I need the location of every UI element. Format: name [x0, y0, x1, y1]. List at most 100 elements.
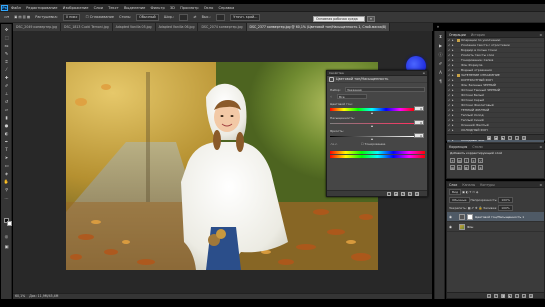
clone-stamp-tool-icon[interactable]: ⊥	[3, 91, 10, 97]
swap-icon[interactable]: ⇄	[194, 12, 197, 23]
document-tab-active[interactable]: DSC_2377 конвертер.jpg @ 60,1% (Цветовой…	[246, 23, 391, 31]
checkmark-icon[interactable]: ✓	[448, 104, 451, 107]
saturation-value[interactable]: 0	[414, 120, 424, 125]
layer-mask-thumb[interactable]	[467, 214, 473, 220]
record-icon[interactable]: ●	[494, 136, 498, 140]
lasso-tool-icon[interactable]: ᔓ	[3, 43, 10, 49]
dialog-toggle-icon[interactable]: ▸	[452, 114, 455, 117]
tab-layers[interactable]: Слои	[449, 183, 457, 187]
shape-tool-icon[interactable]: ▭	[3, 163, 10, 169]
group-icon[interactable]: ▭	[515, 294, 519, 298]
dialog-toggle-icon[interactable]: ▸	[452, 104, 455, 107]
tab-history[interactable]: История	[471, 33, 485, 37]
menu-file[interactable]: Файл	[11, 4, 21, 12]
menu-image[interactable]: Изображение	[63, 4, 89, 12]
character-icon[interactable]: A	[437, 70, 444, 76]
preset-select[interactable]: Заказная	[345, 87, 425, 92]
marquee-tool-icon[interactable]: ▭▾	[4, 12, 9, 23]
pointer-icon[interactable]: ☝	[330, 95, 332, 99]
dodge-tool-icon[interactable]: ◐	[3, 131, 10, 137]
lock-icons[interactable]: ▦ ✐ ✥ 🔒	[468, 206, 482, 210]
checkmark-icon[interactable]: ✓	[448, 49, 451, 52]
move-tool-icon[interactable]: ✥	[3, 27, 10, 33]
hue-saturation-icon[interactable]: ▤	[450, 165, 455, 170]
checkmark-icon[interactable]: ✓	[448, 114, 451, 117]
dialog-toggle-icon[interactable]: ▸	[452, 129, 455, 132]
antialias-checkbox[interactable]: ☐ Сглаживание	[86, 12, 114, 23]
dialog-toggle-icon[interactable]: ▸	[452, 94, 455, 97]
quick-select-tool-icon[interactable]: ✎	[3, 51, 10, 57]
checkmark-icon[interactable]: ✓	[448, 109, 451, 112]
menu-3d[interactable]: 3D	[170, 4, 175, 12]
black-white-icon[interactable]: ◧	[464, 165, 469, 170]
dialog-toggle-icon[interactable]: ▸	[452, 49, 455, 52]
info-icon[interactable]: ⓘ	[437, 52, 444, 58]
dialog-toggle-icon[interactable]: ▸	[452, 59, 455, 62]
dialog-toggle-icon[interactable]: ▸	[452, 74, 455, 77]
layer-kind-select[interactable]: Вид	[449, 189, 462, 195]
stop-icon[interactable]: ■	[487, 136, 491, 140]
exposure-icon[interactable]: ±	[471, 158, 476, 163]
eye-icon[interactable]: ◉	[449, 225, 452, 229]
feather-input[interactable]: 0 пикс	[62, 14, 81, 21]
photo-filter-icon[interactable]: ◉	[471, 165, 476, 170]
layer-filter-icons[interactable]: ▣ ◐ T ▭ ◈	[462, 190, 478, 194]
trash-icon[interactable]: ▥	[529, 294, 533, 298]
channel-select[interactable]: Все	[337, 94, 367, 99]
checkmark-icon[interactable]: ✓	[448, 124, 451, 127]
checkmark-icon[interactable]: ✓	[448, 79, 451, 82]
checkmark-icon[interactable]: ✓	[448, 74, 451, 77]
lightness-slider-thumb[interactable]	[370, 138, 373, 140]
color-balance-icon[interactable]: ⚖	[457, 165, 462, 170]
dialog-toggle-icon[interactable]: ▸	[452, 79, 455, 82]
layer-row[interactable]: ◉ Фон	[447, 222, 544, 232]
dialog-toggle-icon[interactable]: ▸	[452, 69, 455, 72]
dialog-toggle-icon[interactable]: ▸	[452, 44, 455, 47]
document-tab[interactable]: DSC_2049 конвертер.jpg	[13, 23, 62, 31]
document-tab[interactable]: DSC_1813 Cucki Ternoni.jpg	[61, 23, 113, 31]
marquee-tool-icon[interactable]: ⬚	[3, 35, 10, 41]
3d-tool-icon[interactable]: ◈	[3, 171, 10, 177]
menu-type[interactable]: Текст	[108, 4, 119, 12]
refine-edge-button[interactable]: Уточн. край...	[230, 14, 261, 21]
blend-mode-select[interactable]: Обычные	[449, 197, 470, 203]
paragraph-icon[interactable]: ¶	[437, 79, 444, 85]
eyedropper-tool-icon[interactable]: ⁄	[3, 67, 10, 73]
checkmark-icon[interactable]: ✓	[448, 99, 451, 102]
link-icon[interactable]: ∞	[487, 294, 491, 298]
chevron-down-icon[interactable]: ▾	[367, 16, 375, 22]
document-info[interactable]: Док: 11,9M/45,4M	[29, 294, 58, 298]
quick-mask-icon[interactable]: ◎	[3, 234, 10, 240]
eye-icon[interactable]: ◉	[449, 215, 452, 219]
document-tab[interactable]: Adapted Vanilla 05.jpg	[112, 23, 156, 31]
checkmark-icon[interactable]: ✓	[448, 54, 451, 57]
dialog-toggle-icon[interactable]: ▸	[452, 64, 455, 67]
checkmark-icon[interactable]: ✓	[448, 89, 451, 92]
history-icon[interactable]: ⧗	[437, 34, 444, 40]
type-tool-icon[interactable]: T	[3, 147, 10, 153]
menu-filter[interactable]: Фильтр	[151, 4, 165, 12]
pen-tool-icon[interactable]: ✒	[3, 139, 10, 145]
actions-icon[interactable]: ▶	[437, 43, 444, 49]
menu-help[interactable]: Справка	[218, 4, 234, 12]
trash-icon[interactable]: ▥	[415, 192, 419, 196]
zoom-level[interactable]: 60,1%	[15, 294, 25, 298]
history-brush-tool-icon[interactable]: ↺	[3, 99, 10, 105]
add-mask-icon[interactable]: ◙	[501, 294, 505, 298]
tabs-overflow-icon[interactable]: »	[434, 24, 442, 30]
checkmark-icon[interactable]: ✓	[448, 94, 451, 97]
colorize-checkbox[interactable]: ☐ Тонирование	[361, 142, 385, 146]
eyedropper-icons[interactable]: ⁄ ⁄₊ ⁄₋	[331, 142, 338, 146]
menu-layers[interactable]: Слои	[94, 4, 103, 12]
hand-tool-icon[interactable]: ✋	[3, 179, 10, 185]
fx-icon[interactable]: ƒ	[494, 294, 498, 298]
dialog-toggle-icon[interactable]: ▸	[452, 109, 455, 112]
eraser-tool-icon[interactable]: ▱	[3, 107, 10, 113]
opacity-input[interactable]: 100%	[498, 197, 513, 203]
gradient-tool-icon[interactable]: ▮	[3, 115, 10, 121]
new-set-icon[interactable]: ▭	[508, 136, 512, 140]
layer-row[interactable]: ◉ Цветовой тон/Насыщенность 1	[447, 212, 544, 222]
document-tab[interactable]: Adapted Vanilla 06.jpg	[155, 23, 199, 31]
hue-value[interactable]: 0	[414, 106, 424, 111]
trash-icon[interactable]: ▥	[522, 136, 526, 140]
